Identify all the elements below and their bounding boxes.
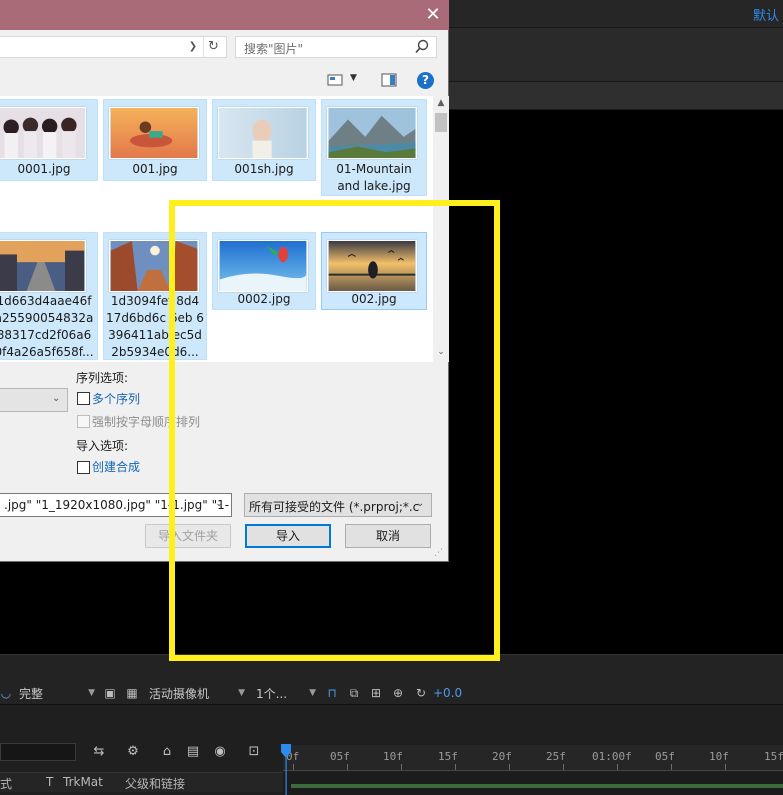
file-thumbnail bbox=[109, 107, 199, 159]
flowchart-icon[interactable]: ⊕ bbox=[390, 685, 406, 701]
comp-flowchart-icon[interactable]: ⇆ bbox=[90, 744, 108, 760]
chevron-down-icon: ▼ bbox=[238, 688, 245, 698]
file-name: 0001.jpg bbox=[17, 162, 71, 176]
ruler-tick-label: 05f bbox=[330, 750, 350, 763]
sequence-options-heading: 序列选项: bbox=[76, 371, 129, 385]
view-menu-caret-icon[interactable]: ▼ bbox=[350, 73, 357, 83]
file-thumbnail bbox=[0, 107, 86, 159]
preview-pane-icon[interactable] bbox=[381, 73, 397, 87]
column-parent-link[interactable]: 父级和链接 bbox=[125, 775, 185, 792]
ruler-tick bbox=[401, 764, 402, 770]
ruler-tick-label: 01:00f bbox=[592, 750, 632, 763]
file-item[interactable]: 001.jpg bbox=[103, 99, 207, 181]
search-input[interactable]: 搜索"图片" bbox=[235, 36, 437, 58]
pixel-aspect-icon[interactable]: ⊓ bbox=[324, 685, 340, 701]
column-mode[interactable]: 式 bbox=[0, 775, 12, 792]
timeline-search-input[interactable] bbox=[0, 743, 76, 761]
panel-strip bbox=[449, 28, 783, 82]
file-item[interactable]: 1d663d4aae46f a25590054832a 88317cd2f06a… bbox=[0, 232, 98, 360]
camera-value: 活动摄像机 bbox=[149, 686, 210, 701]
draft-3d-icon[interactable]: ⚙ bbox=[124, 744, 142, 760]
file-name: 001sh.jpg bbox=[234, 162, 294, 176]
fast-preview-icon[interactable]: ⧉ bbox=[346, 685, 362, 701]
playhead-icon[interactable] bbox=[281, 744, 291, 795]
shy-layers-icon[interactable]: ⌂ bbox=[158, 744, 176, 760]
file-item[interactable]: 001sh.jpg bbox=[212, 99, 316, 181]
ruler-tick bbox=[347, 764, 348, 770]
resolution-select[interactable]: 完整 ▼ bbox=[19, 683, 97, 703]
exposure-value[interactable]: +0.0 bbox=[433, 686, 462, 700]
multiple-sequences-checkbox[interactable] bbox=[77, 392, 90, 405]
camera-select[interactable]: 活动摄像机 ▼ bbox=[149, 683, 247, 703]
workspace-default-label[interactable]: 默认 bbox=[753, 5, 779, 24]
search-icon[interactable] bbox=[414, 38, 430, 56]
ruler-tick-label: 10f bbox=[383, 750, 403, 763]
create-composition-label[interactable]: 创建合成 bbox=[92, 458, 140, 475]
resolution-value: 完整 bbox=[19, 686, 44, 701]
file-name: 001.jpg bbox=[132, 162, 178, 176]
scrollbar-thumb[interactable] bbox=[435, 113, 447, 132]
ruler-tick-label: 10f bbox=[709, 750, 729, 763]
ruler-tick bbox=[617, 764, 618, 770]
ruler-tick bbox=[725, 764, 726, 770]
motion-blur-icon[interactable]: ◉ bbox=[211, 744, 229, 760]
work-area-bar[interactable] bbox=[291, 784, 783, 788]
ruler-tick-label: 25f bbox=[546, 750, 566, 763]
scroll-up-icon[interactable]: ▲ bbox=[433, 98, 449, 110]
file-thumbnail bbox=[327, 107, 417, 159]
viewer-controls-bar: ◡ 完整 ▼ ▣ ▦ 活动摄像机 ▼ 1个... ▼ ⊓ ⧉ ⊞ ⊕ ↻ +0.… bbox=[0, 682, 783, 704]
file-name: 1d663d4aae46f a25590054832a 88317cd2f06a… bbox=[0, 294, 94, 359]
region-of-interest-icon[interactable]: ▣ bbox=[102, 685, 118, 701]
view-layout-select[interactable]: 1个... ▼ bbox=[256, 683, 318, 703]
timeline-ruler[interactable]: 0f 05f 10f 15f 20f 25f 01:00f 05f 10f 15… bbox=[283, 745, 783, 771]
refresh-icon[interactable]: ↻ bbox=[203, 37, 223, 57]
reset-exposure-icon[interactable]: ↻ bbox=[413, 685, 429, 701]
workspace-bar: 默认 bbox=[449, 0, 783, 28]
panel-tab-strip bbox=[449, 82, 783, 110]
ruler-tick bbox=[455, 764, 456, 770]
ruler-tick bbox=[563, 764, 564, 770]
import-options-heading: 导入选项: bbox=[76, 439, 129, 453]
chevron-down-icon[interactable]: ❯ bbox=[186, 40, 200, 54]
ruler-tick-label: 15f bbox=[438, 750, 458, 763]
graph-editor-icon[interactable]: ⊡ bbox=[245, 744, 263, 760]
timeline-link-icon[interactable]: ⊞ bbox=[368, 685, 384, 701]
highlight-annotation bbox=[169, 200, 500, 661]
ruler-tick bbox=[509, 764, 510, 770]
chevron-down-icon[interactable]: ⌄ bbox=[52, 393, 60, 404]
file-name: 01-Mountain and lake.jpg bbox=[322, 161, 426, 195]
create-composition-checkbox[interactable] bbox=[77, 461, 90, 474]
column-trkmat[interactable]: TrkMat bbox=[63, 775, 103, 789]
dropdown-arrow-icon[interactable]: ◡ bbox=[0, 685, 14, 701]
file-thumbnail bbox=[0, 240, 86, 292]
ruler-tick-label: 05f bbox=[655, 750, 675, 763]
change-view-icon[interactable] bbox=[327, 73, 343, 87]
file-item[interactable]: 01-Mountain and lake.jpg bbox=[321, 99, 427, 196]
column-t[interactable]: T bbox=[46, 775, 53, 789]
transparency-grid-icon[interactable]: ▦ bbox=[124, 685, 140, 701]
timeline-column-header: 式 T TrkMat 父级和链接 bbox=[0, 772, 283, 792]
frame-blending-icon[interactable]: ▤ bbox=[184, 744, 202, 760]
dialog-titlebar[interactable]: ✕ bbox=[0, 0, 449, 30]
ruler-tick bbox=[293, 764, 294, 770]
close-icon[interactable]: ✕ bbox=[417, 0, 449, 30]
chevron-down-icon: ▼ bbox=[88, 688, 95, 698]
help-icon[interactable]: ? bbox=[417, 72, 434, 89]
file-item[interactable]: 0001.jpg bbox=[0, 99, 98, 181]
file-name-text: 01-Mountain and lake.jpg bbox=[336, 162, 412, 193]
file-thumbnail bbox=[218, 107, 308, 159]
chevron-down-icon: ▼ bbox=[309, 688, 316, 698]
ruler-tick bbox=[671, 764, 672, 770]
view-layout-value: 1个... bbox=[256, 686, 288, 701]
ruler-tick-label: 15f bbox=[764, 750, 783, 763]
force-alphabetical-checkbox bbox=[77, 415, 90, 428]
multiple-sequences-label[interactable]: 多个序列 bbox=[92, 390, 140, 407]
ruler-tick-label: 20f bbox=[492, 750, 512, 763]
